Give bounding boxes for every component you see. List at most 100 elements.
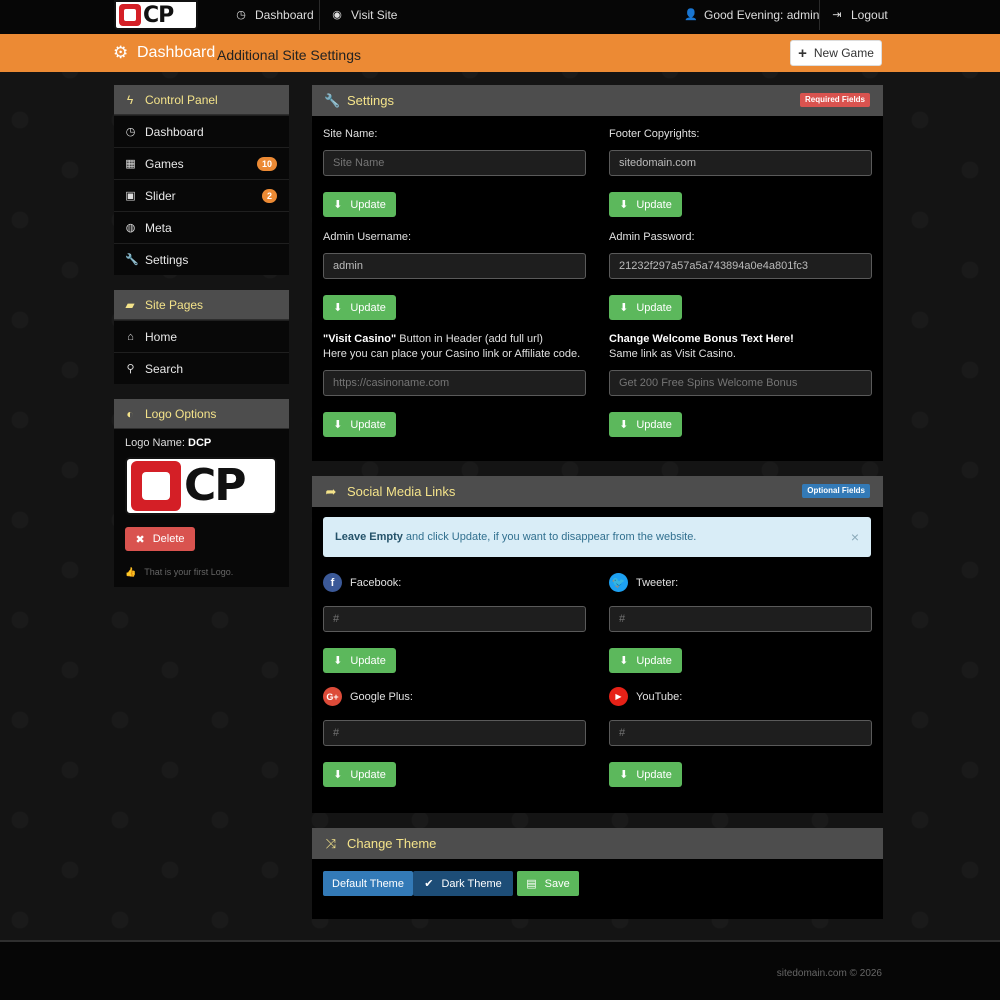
user-icon: 👤: [684, 9, 698, 21]
logo-hint-text: That is your first Logo.: [144, 567, 234, 577]
sidebar-item-slider[interactable]: ▣ Slider 2: [114, 179, 289, 211]
google-plus-label-row: G+ Google Plus:: [323, 687, 586, 706]
control-panel-title: Control Panel: [145, 92, 218, 107]
welcome-bonus-label-bold: Change Welcome Bonus Text Here!: [609, 333, 794, 345]
control-panel-heading: ϟ Control Panel: [114, 85, 289, 115]
social-media-panel: ➦ Social Media Links Optional Fields Lea…: [312, 476, 883, 813]
update-visit-casino-button[interactable]: ⬇ Update: [323, 412, 396, 437]
settings-panel: 🔧 Settings Required Fields Site Name: ⬇ …: [312, 85, 883, 461]
table-icon: ▦: [125, 158, 136, 170]
slider-count-badge: 2: [261, 189, 277, 203]
sidebar-item-label: Settings: [145, 252, 189, 267]
logo-name-label: Logo Name:: [125, 437, 185, 449]
update-youtube-button[interactable]: ⬇ Update: [609, 762, 682, 787]
download-icon: ⬇: [333, 655, 343, 667]
sidebar-item-games[interactable]: ▦ Games 10: [114, 147, 289, 179]
download-icon: ⬇: [333, 199, 343, 211]
alert-bold-text: Leave Empty: [335, 531, 403, 543]
admin-password-input[interactable]: [609, 253, 872, 279]
visit-casino-url-input[interactable]: [323, 370, 586, 396]
page-subtitle: Additional Site Settings: [217, 47, 361, 63]
update-label: Update: [636, 418, 672, 431]
nav-visit-site-label: Visit Site: [351, 8, 398, 22]
update-label: Update: [636, 654, 672, 667]
footer-copyrights-input[interactable]: [609, 150, 872, 176]
update-site-name-button[interactable]: ⬇ Update: [323, 192, 396, 217]
visit-casino-label-bold: "Visit Casino": [323, 333, 397, 345]
sidebar-item-dashboard[interactable]: ◷ Dashboard: [114, 115, 289, 147]
dice-icon: [131, 461, 181, 511]
save-label: Save: [544, 877, 570, 890]
update-label: Update: [636, 768, 672, 781]
site-name-input[interactable]: [323, 150, 586, 176]
sidebar-item-settings[interactable]: 🔧 Settings: [114, 243, 289, 275]
nav-dashboard-link[interactable]: ◷ Dashboard: [235, 0, 314, 30]
adjust-icon: ◐: [126, 406, 134, 421]
youtube-icon: ▶: [609, 687, 628, 706]
welcome-bonus-label: Change Welcome Bonus Text Here!: [609, 332, 872, 347]
brand-logo[interactable]: CP: [114, 0, 198, 30]
update-welcome-bonus-button[interactable]: ⬇ Update: [609, 412, 682, 437]
update-label: Update: [350, 198, 386, 211]
welcome-bonus-input[interactable]: [609, 370, 872, 396]
delete-label: Delete: [152, 533, 185, 545]
site-pages-title: Site Pages: [145, 297, 204, 312]
update-label: Update: [350, 418, 386, 431]
update-google-plus-button[interactable]: ⬇ Update: [323, 762, 396, 787]
update-admin-password-button[interactable]: ⬇ Update: [609, 295, 682, 320]
update-admin-username-button[interactable]: ⬇ Update: [323, 295, 396, 320]
new-game-label: New Game: [813, 46, 874, 60]
update-footer-copyrights-button[interactable]: ⬇ Update: [609, 192, 682, 217]
user-greeting[interactable]: 👤 Good Evening: admin: [684, 0, 819, 30]
tweeter-url-input[interactable]: [609, 606, 872, 632]
dark-theme-label: Dark Theme: [441, 877, 502, 890]
youtube-url-input[interactable]: [609, 720, 872, 746]
sidebar-item-label: Home: [145, 329, 178, 344]
top-navbar: CP ◷ Dashboard ◉ Visit Site 👤 Good Eveni…: [0, 0, 1000, 34]
update-tweeter-button[interactable]: ⬇ Update: [609, 648, 682, 673]
logo-hint: 👍 That is your first Logo.: [125, 567, 278, 578]
user-greeting-text: Good Evening: admin: [704, 8, 820, 22]
default-theme-button[interactable]: Default Theme: [323, 871, 413, 896]
facebook-url-input[interactable]: [323, 606, 586, 632]
nav-visit-site-link[interactable]: ◉ Visit Site: [331, 0, 397, 30]
page-header: ⚙ Dashboard Additional Site Settings + N…: [0, 34, 1000, 72]
eye-icon: ◉: [332, 9, 342, 21]
close-icon: ✖: [135, 533, 145, 546]
gear-icon: ⚙: [113, 43, 129, 62]
globe-icon: ◍: [125, 222, 136, 234]
close-icon[interactable]: ×: [851, 517, 859, 557]
download-icon: ⬇: [619, 199, 629, 211]
share-icon: ➦: [325, 483, 337, 499]
google-plus-url-input[interactable]: [323, 720, 586, 746]
games-count-badge: 10: [256, 157, 277, 171]
plus-icon: +: [798, 44, 807, 62]
save-theme-button[interactable]: ▤ Save: [517, 871, 579, 896]
download-icon: ⬇: [333, 769, 343, 781]
logout-icon: ⇥: [832, 9, 842, 21]
new-game-button[interactable]: + New Game: [790, 40, 882, 66]
bolt-icon: ϟ: [126, 92, 134, 107]
admin-username-label: Admin Username:: [323, 231, 412, 243]
dark-theme-button[interactable]: ✔ Dark Theme: [413, 871, 513, 896]
logout-link[interactable]: ⇥ Logout: [831, 0, 888, 30]
download-icon: ⬇: [619, 302, 629, 314]
sidebar-item-label: Meta: [145, 220, 172, 235]
update-label: Update: [636, 301, 672, 314]
admin-username-input[interactable]: [323, 253, 586, 279]
logout-label: Logout: [851, 8, 888, 22]
logo-options-heading: ◐ Logo Options: [114, 399, 289, 429]
sidebar-item-search[interactable]: ⚲ Search: [114, 352, 289, 384]
delete-logo-button[interactable]: ✖ Delete: [125, 527, 195, 551]
settings-title: Settings: [347, 93, 394, 108]
sidebar-item-home[interactable]: ⌂ Home: [114, 320, 289, 352]
floppy-disk-icon: ▤: [526, 878, 537, 890]
update-facebook-button[interactable]: ⬇ Update: [323, 648, 396, 673]
site-name-label: Site Name:: [323, 128, 378, 140]
facebook-icon: f: [323, 573, 342, 592]
nav-divider: [319, 0, 320, 30]
sidebar-item-meta[interactable]: ◍ Meta: [114, 211, 289, 243]
logo-name-value: DCP: [188, 437, 212, 449]
picture-icon: ▣: [125, 190, 136, 202]
dashboard-icon: ◷: [125, 126, 136, 138]
